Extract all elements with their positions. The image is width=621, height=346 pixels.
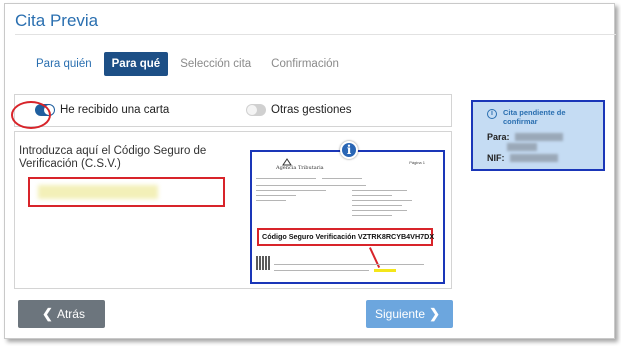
tab-para-que[interactable]: Para qué (103, 52, 169, 76)
next-button-label: Siguiente (375, 307, 426, 321)
pending-nif-label: NIF: (487, 153, 505, 163)
pending-nif-row: NIF: (487, 153, 558, 163)
chevron-right-icon: ❯ (429, 306, 440, 321)
letter-csv-label: Código Seguro Verificación (262, 232, 356, 241)
option-carta-label: He recibido una carta (60, 104, 170, 116)
pending-appointment-panel: i Cita pendiente de confirmar Para: NIF: (471, 100, 605, 171)
option-panel: He recibido una carta Otras gestiones (14, 94, 452, 127)
pending-nif-redacted (509, 154, 558, 162)
option-otras[interactable]: Otras gestiones (246, 104, 352, 116)
pending-para-redacted-2 (507, 143, 537, 151)
pending-para-row-2 (487, 143, 537, 151)
tab-para-quien[interactable]: Para quién (28, 52, 100, 76)
back-button-label: Atrás (56, 307, 85, 321)
csv-input-value-redacted (38, 185, 158, 199)
back-button[interactable]: ❮ Atrás (18, 300, 105, 328)
highlight-circle (11, 101, 51, 129)
info-icon[interactable]: i (340, 141, 358, 159)
step-tabs: Para quién Para qué Selección cita Confi… (28, 52, 351, 76)
toggle-off-icon[interactable] (246, 104, 266, 116)
tab-seleccion-cita: Selección cita (180, 58, 252, 70)
example-letter-image: Agencia Tributaria Página 1 Código Segur… (250, 150, 445, 284)
csv-instruction: Introduzca aquí el Código Seguro de Veri… (19, 145, 207, 170)
letter-highlight-mark (374, 269, 396, 272)
pending-header: i Cita pendiente de confirmar (487, 108, 583, 126)
pending-para-redacted (514, 133, 563, 141)
letter-csv-highlight: Código Seguro Verificación VZTRK8RCYB4VH… (257, 228, 435, 246)
page-title: Cita Previa (15, 11, 99, 30)
option-otras-label: Otras gestiones (271, 104, 352, 116)
letter-csv-value: VZTRK8RCYB4VH7DX (357, 232, 435, 241)
pending-title: Cita pendiente de confirmar (503, 108, 566, 126)
pending-para-row: Para: (487, 132, 563, 142)
next-button[interactable]: Siguiente ❯ (366, 300, 453, 328)
option-carta[interactable]: He recibido una carta (35, 104, 169, 116)
csv-input[interactable] (28, 177, 225, 207)
title-divider (15, 34, 616, 35)
letter-qr-code (256, 256, 270, 270)
chevron-left-icon: ❮ (42, 306, 53, 321)
info-icon: i (487, 109, 497, 119)
pending-para-label: Para: (487, 132, 510, 142)
letter-agency: Agencia Tributaria (276, 165, 324, 171)
letter-page-label: Página 1 (409, 160, 425, 165)
tab-confirmacion: Confirmación (271, 58, 339, 70)
